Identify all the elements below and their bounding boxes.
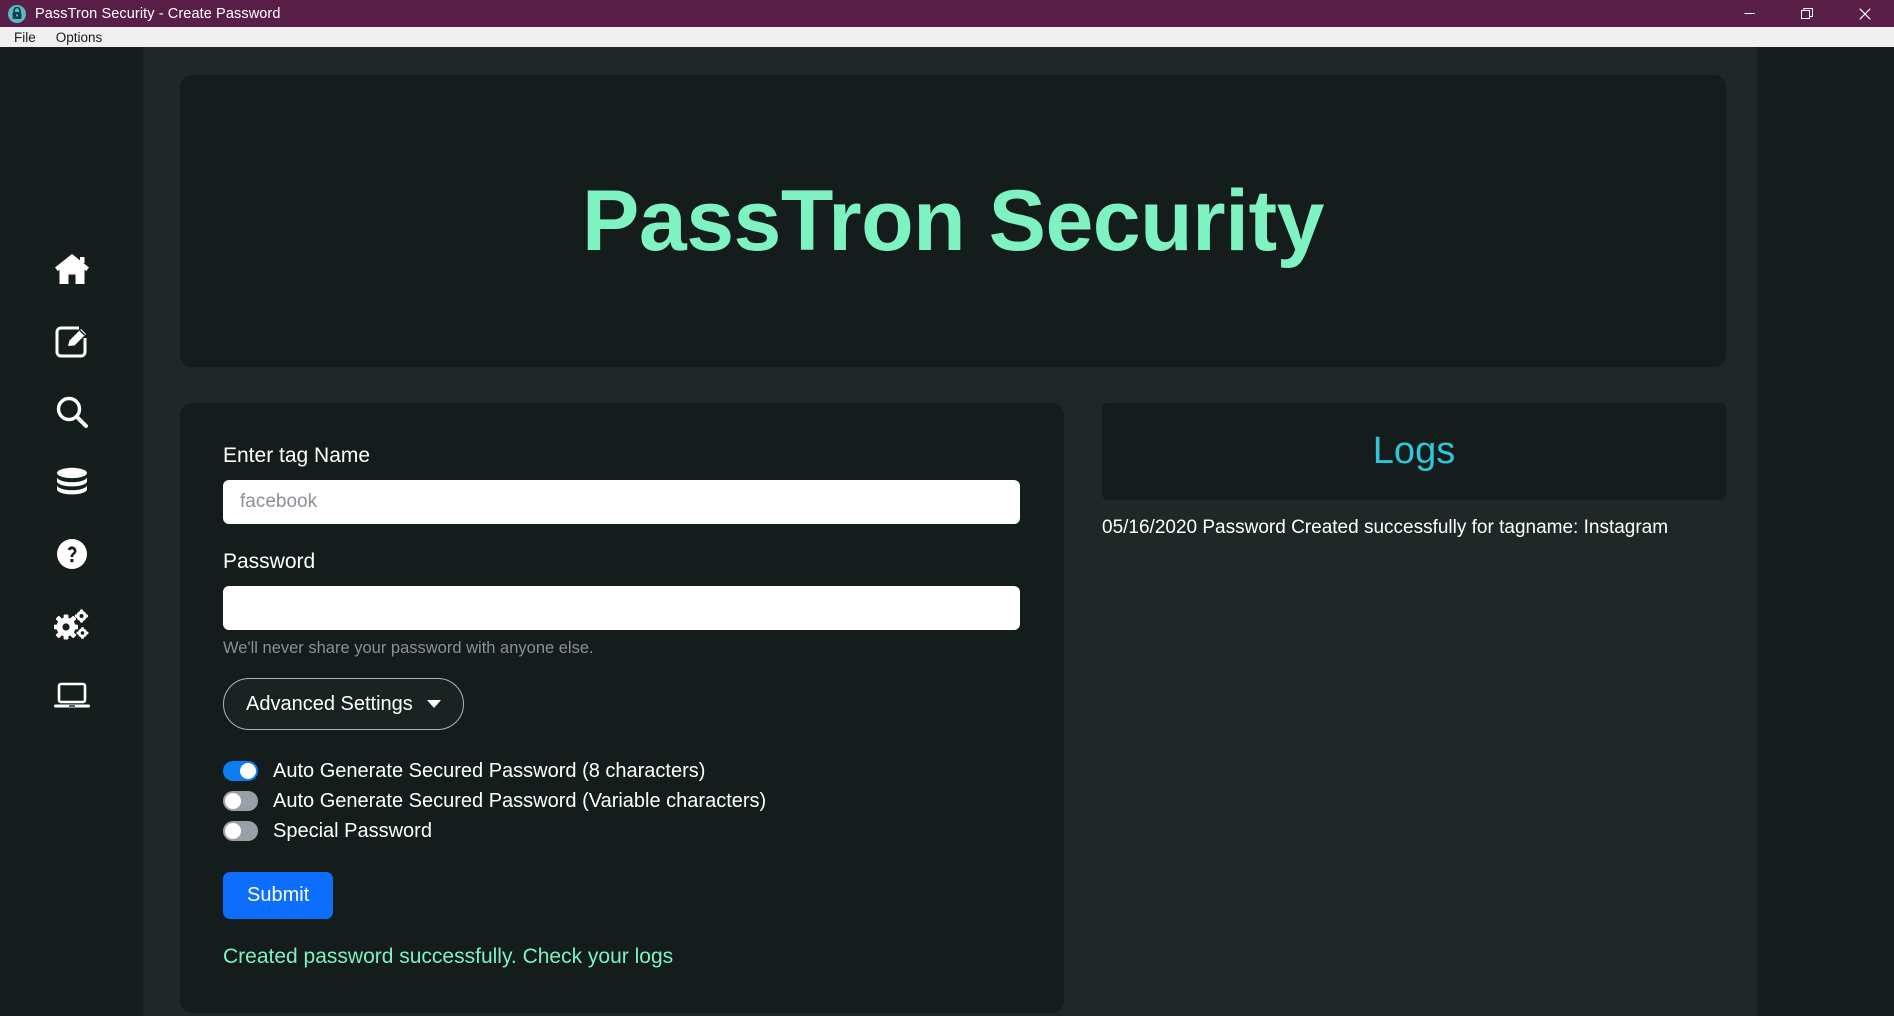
- toggle-auto-generate-variable[interactable]: [223, 791, 258, 811]
- toggle-special-password[interactable]: [223, 821, 258, 841]
- help-circle-icon: [56, 538, 88, 570]
- sidebar-item-device[interactable]: [41, 673, 103, 718]
- menu-item-options[interactable]: Options: [48, 29, 111, 46]
- advanced-settings-label: Advanced Settings: [246, 692, 413, 715]
- password-input[interactable]: [223, 586, 1020, 630]
- sidebar-item-database[interactable]: [41, 460, 103, 505]
- toggle-row-special: Special Password: [223, 816, 1021, 846]
- toggle-knob: [225, 823, 241, 839]
- database-icon: [55, 466, 89, 500]
- edit-square-icon: [55, 324, 89, 358]
- toggle-label-auto-variable: Auto Generate Secured Password (Variable…: [273, 789, 767, 812]
- sidebar-item-create-password[interactable]: [41, 318, 103, 363]
- password-label: Password: [223, 550, 316, 573]
- right-gutter: [1757, 47, 1894, 1016]
- chevron-down-icon: [426, 700, 441, 708]
- sidebar-item-search[interactable]: [41, 389, 103, 434]
- toggle-knob: [240, 763, 256, 779]
- submit-button[interactable]: Submit: [223, 872, 334, 919]
- search-icon: [55, 395, 89, 429]
- window-controls: [1720, 0, 1894, 27]
- toggle-knob: [225, 793, 241, 809]
- app-body: PassTron Security Enter tag Name Passwor…: [0, 47, 1894, 1016]
- advanced-settings-button[interactable]: Advanced Settings: [223, 678, 464, 730]
- main-content: PassTron Security Enter tag Name Passwor…: [143, 47, 1894, 1016]
- columns: Enter tag Name Password We'll never shar…: [180, 403, 1757, 1013]
- app-banner: PassTron Security: [180, 75, 1726, 367]
- logs-title: Logs: [1372, 430, 1456, 472]
- logs-panel: Logs 05/16/2020 Password Created success…: [1102, 403, 1726, 1013]
- lock-icon: [8, 4, 26, 23]
- tag-name-label: Enter tag Name: [223, 444, 371, 467]
- sidebar-item-help[interactable]: [41, 531, 103, 576]
- title-bar-left: PassTron Security - Create Password: [0, 4, 281, 23]
- toggle-label-auto-8: Auto Generate Secured Password (8 charac…: [273, 759, 706, 782]
- status-message: Created password successfully. Check you…: [223, 945, 674, 968]
- tag-name-input[interactable]: [223, 480, 1020, 524]
- menu-item-file[interactable]: File: [6, 29, 44, 46]
- minimize-icon[interactable]: [1720, 0, 1778, 27]
- window-title: PassTron Security - Create Password: [35, 5, 281, 22]
- sidebar-item-home[interactable]: [41, 247, 103, 292]
- home-icon: [54, 253, 90, 286]
- content-wrapper: PassTron Security Enter tag Name Passwor…: [143, 47, 1757, 1013]
- log-entry: 05/16/2020 Password Created successfully…: [1102, 517, 1669, 538]
- laptop-icon: [53, 682, 90, 710]
- close-icon[interactable]: [1836, 0, 1894, 27]
- toggle-row-auto-variable: Auto Generate Secured Password (Variable…: [223, 786, 1021, 816]
- create-password-form: Enter tag Name Password We'll never shar…: [180, 403, 1064, 1013]
- menu-bar: File Options: [0, 27, 1894, 47]
- restore-icon[interactable]: [1778, 0, 1836, 27]
- logs-header-card: Logs: [1102, 403, 1726, 500]
- cogs-icon: [53, 608, 90, 641]
- form-spacer: [223, 524, 1021, 550]
- sidebar-item-settings[interactable]: [41, 602, 103, 647]
- password-help-text: We'll never share your password with any…: [223, 639, 594, 657]
- toggle-label-special: Special Password: [273, 819, 432, 842]
- page-title: PassTron Security: [582, 173, 1324, 269]
- toggle-row-auto-8: Auto Generate Secured Password (8 charac…: [223, 756, 1021, 786]
- password-options-list: Auto Generate Secured Password (8 charac…: [223, 756, 1021, 846]
- toggle-auto-generate-8[interactable]: [223, 761, 258, 781]
- sidebar: [0, 47, 143, 1016]
- title-bar: PassTron Security - Create Password: [0, 0, 1894, 27]
